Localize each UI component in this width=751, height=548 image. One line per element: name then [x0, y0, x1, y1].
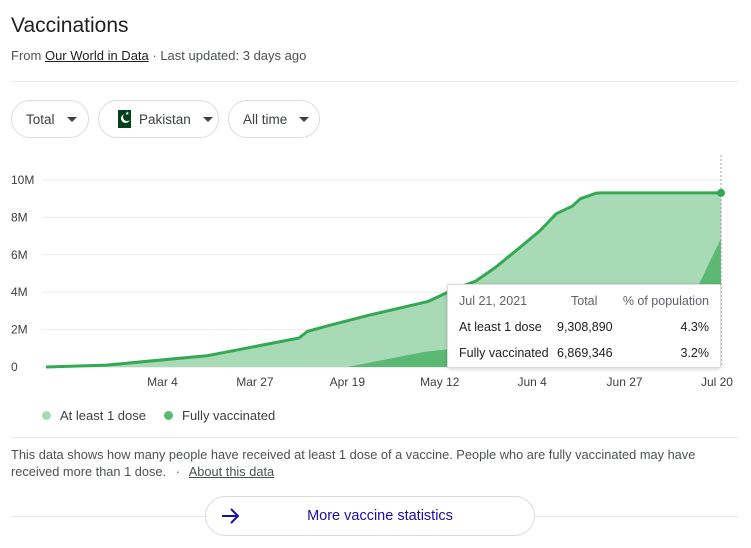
legend-divider: [11, 437, 739, 438]
x-tick-label: May 12: [420, 375, 460, 389]
x-tick-label: Mar 4: [147, 375, 178, 389]
tooltip-row-pct: 3.2%: [680, 346, 710, 360]
legend-swatch: [164, 411, 173, 420]
about-this-data-link[interactable]: About this data: [189, 464, 274, 479]
hover-point: [717, 188, 725, 197]
x-axis-ticks: Mar 4 Mar 27 Apr 19 May 12 Jun 4 Jun 27 Jul 20: [147, 375, 733, 389]
y-axis-ticks: 0 2M 4M 6M 8M 10M: [11, 173, 34, 374]
legend-label: Fully vaccinated: [182, 408, 276, 423]
data-description: This data shows how many people have rec…: [11, 446, 731, 480]
x-tick-label: Apr 19: [330, 375, 366, 389]
tooltip-date: Jul 21, 2021: [459, 294, 528, 308]
legend-swatch: [42, 411, 51, 420]
legend-item-fully-vaccinated[interactable]: Fully vaccinated: [164, 408, 275, 423]
y-tick-label: 10M: [11, 173, 34, 187]
x-tick-label: Jun 4: [517, 375, 547, 389]
description-text: This data shows how many people have rec…: [11, 447, 696, 479]
x-tick-label: Jun 27: [607, 375, 643, 389]
tooltip-row-label: Fully vaccinated: [459, 346, 549, 360]
more-vaccine-statistics-button[interactable]: More vaccine statistics: [205, 496, 535, 536]
y-tick-label: 4M: [11, 285, 28, 299]
y-tick-label: 6M: [11, 248, 28, 262]
arrow-right-icon: [222, 508, 240, 524]
chart-legend: At least 1 dose Fully vaccinated: [42, 408, 293, 423]
tooltip-row-total: 6,869,346: [557, 346, 613, 360]
tooltip-row-pct: 4.3%: [680, 320, 710, 334]
x-tick-label: Jul 20: [701, 375, 733, 389]
tooltip-total-header: Total: [571, 294, 598, 308]
y-tick-label: 8M: [11, 210, 28, 224]
tooltip-row-total: 9,308,890: [557, 320, 613, 334]
y-tick-label: 2M: [11, 323, 28, 337]
more-button-label: More vaccine statistics: [307, 508, 453, 524]
description-separator: ·: [175, 464, 180, 479]
tooltip-pct-header: % of population: [622, 294, 709, 308]
chart-tooltip: Jul 21, 2021 Total % of population At le…: [447, 284, 721, 368]
tooltip-row-label: At least 1 dose: [459, 320, 542, 334]
x-tick-label: Mar 27: [236, 375, 274, 389]
y-tick-label: 0: [11, 360, 18, 374]
legend-label: At least 1 dose: [60, 408, 146, 423]
legend-item-at-least-one-dose[interactable]: At least 1 dose: [42, 408, 146, 423]
